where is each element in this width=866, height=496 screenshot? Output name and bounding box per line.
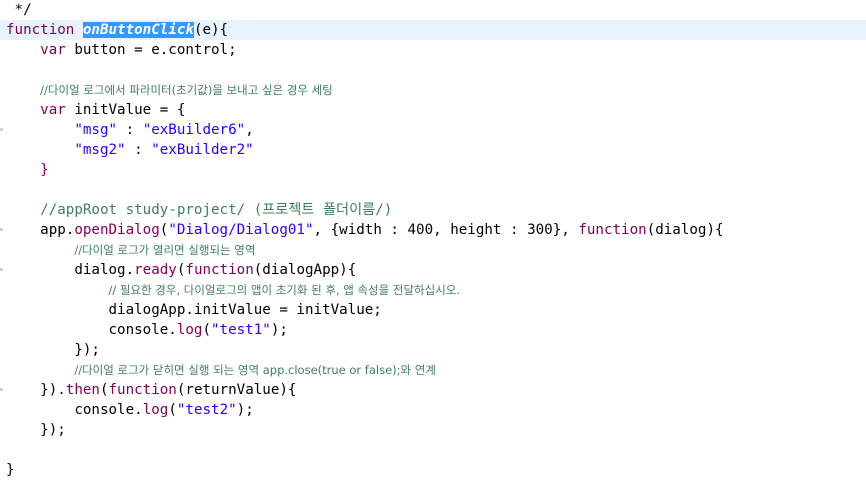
comment: //appRoot study-project/ (프로젝트 폴더이름/) xyxy=(40,202,393,218)
fold-marker-icon[interactable] xyxy=(0,228,3,231)
code-token: (dialog){ xyxy=(646,222,724,238)
keyword: var xyxy=(40,42,66,58)
code-line: app.openDialog("Dialog/Dialog01", {width… xyxy=(6,220,724,240)
method-name: log xyxy=(142,402,169,418)
code-line: //다이얼 로그가 열리면 실행되는 영역 xyxy=(6,240,255,260)
string-literal: "test1" xyxy=(211,322,271,338)
code-token: : xyxy=(117,122,143,138)
code-token: console. xyxy=(108,322,177,338)
code-token: }); xyxy=(74,342,100,358)
fold-marker-icon[interactable] xyxy=(0,128,3,131)
keyword: function xyxy=(108,382,177,398)
code-line: */ xyxy=(6,0,32,20)
code-line: console.log("test2"); xyxy=(6,400,254,420)
keyword: var xyxy=(40,102,66,118)
number-literal: 300 xyxy=(527,222,553,238)
code-token: app. xyxy=(40,222,75,238)
code-token: ( xyxy=(99,382,109,398)
code-token: dialogApp.initValue = initValue; xyxy=(108,302,382,318)
code-token: button = e.control; xyxy=(65,42,237,58)
code-token: , height : xyxy=(433,222,528,238)
code-line: } xyxy=(6,160,49,180)
code-line: //다이얼 로그에서 파라미터(초기값)을 보내고 싶은 경우 세팅 xyxy=(6,80,333,100)
code-line: }); xyxy=(6,340,100,360)
code-token: console. xyxy=(74,402,143,418)
code-line: //appRoot study-project/ (프로젝트 폴더이름/) xyxy=(6,200,392,220)
fold-marker-icon[interactable] xyxy=(0,388,3,391)
code-line: dialog.ready(function(dialogApp){ xyxy=(6,260,356,280)
number-literal: 400 xyxy=(407,222,434,238)
code-line: }).then(function(returnValue){ xyxy=(6,380,296,400)
string-literal: "exBuilder2" xyxy=(151,142,254,158)
string-literal: "test2" xyxy=(176,402,237,418)
code-token: , {width : xyxy=(313,222,408,238)
method-name: ready xyxy=(134,262,177,278)
editor-gutter xyxy=(0,0,4,496)
selected-function-name[interactable]: onButtonClick xyxy=(82,22,194,38)
code-line: console.log("test1"); xyxy=(6,320,288,340)
code-line: "msg" : "exBuilder6", xyxy=(6,120,254,140)
fold-marker-icon[interactable] xyxy=(0,268,3,271)
code-token: ); xyxy=(270,322,288,338)
code-token: }, xyxy=(552,222,579,238)
method-name: then xyxy=(65,382,100,398)
code-token: }); xyxy=(40,422,66,438)
comment: //다이얼 로그에서 파라미터(초기값)을 보내고 싶은 경우 세팅 xyxy=(40,83,333,97)
code-token: (e){ xyxy=(193,22,229,38)
comment: // 필요한 경우, 다이얼로그의 앱이 초기화 된 후, 앱 속성을 전달하십… xyxy=(108,283,461,297)
code-line: } xyxy=(6,460,15,480)
string-literal: "msg" xyxy=(74,122,118,138)
code-token: initValue = { xyxy=(65,102,186,118)
keyword: function xyxy=(6,22,75,38)
code-editor[interactable]: */ function onButtonClick(e){ var button… xyxy=(0,0,866,496)
code-token: } xyxy=(40,162,49,178)
code-token: ( xyxy=(202,322,212,338)
string-literal: "Dialog/Dialog01" xyxy=(168,222,314,238)
code-line: var button = e.control; xyxy=(6,40,237,60)
keyword: function xyxy=(185,262,254,278)
code-line: var initValue = { xyxy=(6,100,185,120)
string-literal: "msg2" xyxy=(74,142,126,158)
code-token: (dialogApp){ xyxy=(253,262,357,278)
method-name: openDialog xyxy=(74,222,160,238)
code-token: dialog. xyxy=(74,262,135,278)
code-token: } xyxy=(6,462,15,478)
code-token: , xyxy=(245,122,254,138)
string-literal: "exBuilder6" xyxy=(142,122,246,138)
comment: //다이얼 로그가 닫히면 실행 되는 영역 app.close(true or… xyxy=(74,363,436,377)
code-line: dialogApp.initValue = initValue; xyxy=(6,300,382,320)
code-line: //다이얼 로그가 닫히면 실행 되는 영역 app.close(true or… xyxy=(6,360,436,380)
code-line: }); xyxy=(6,420,66,440)
code-token: ); xyxy=(236,402,254,418)
method-name: log xyxy=(176,322,203,338)
comment-end: */ xyxy=(6,2,32,18)
keyword: function xyxy=(578,222,647,238)
code-line: "msg2" : "exBuilder2" xyxy=(6,140,254,160)
code-token: ( xyxy=(168,402,177,418)
code-line: // 필요한 경우, 다이얼로그의 앱이 초기화 된 후, 앱 속성을 전달하십… xyxy=(6,280,461,300)
code-line-current: function onButtonClick(e){ xyxy=(0,20,866,40)
code-token: }). xyxy=(40,382,66,398)
code-token: (returnValue){ xyxy=(176,382,297,398)
code-token: : xyxy=(125,142,152,158)
comment: //다이얼 로그가 열리면 실행되는 영역 xyxy=(74,243,256,257)
